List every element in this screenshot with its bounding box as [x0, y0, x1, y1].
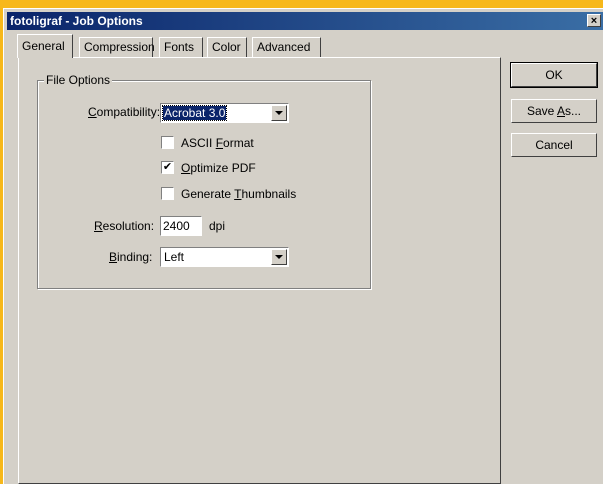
chevron-down-icon[interactable]	[271, 249, 287, 265]
tab-compression[interactable]: Compression	[79, 37, 155, 57]
compatibility-value: Acrobat 3.0	[161, 105, 228, 121]
tab-fonts[interactable]: Fonts	[159, 37, 203, 57]
compatibility-label: Compatibility:	[88, 105, 161, 119]
window-title: fotoligraf - Job Options	[10, 14, 143, 28]
check-icon: ✔	[162, 161, 173, 173]
optimize-pdf-checkbox[interactable]: ✔	[161, 161, 174, 174]
cancel-button[interactable]: Cancel	[511, 133, 597, 157]
tab-color[interactable]: Color	[207, 37, 247, 57]
close-icon[interactable]: ×	[587, 14, 601, 27]
compatibility-select[interactable]: Acrobat 3.0	[160, 103, 289, 123]
ascii-format-label: ASCII Format	[181, 136, 254, 150]
resolution-input[interactable]: 2400	[160, 216, 202, 236]
tab-general[interactable]: General	[17, 34, 73, 58]
generate-thumbnails-checkbox[interactable]	[161, 187, 174, 200]
binding-value: Left	[164, 250, 185, 264]
title-bar[interactable]: fotoligraf - Job Options ×	[7, 12, 603, 30]
ascii-format-checkbox[interactable]	[161, 136, 174, 149]
binding-label: Binding:	[109, 250, 153, 264]
tab-advanced[interactable]: Advanced	[252, 37, 321, 57]
save-as-button[interactable]: Save As...	[511, 99, 597, 123]
generate-thumbnails-label: Generate Thumbnails	[181, 187, 297, 201]
ok-button[interactable]: OK	[510, 62, 598, 88]
chevron-down-icon[interactable]	[271, 105, 287, 121]
resolution-label: Resolution:	[94, 219, 155, 233]
file-options-label: File Options	[44, 73, 113, 87]
resolution-unit: dpi	[209, 219, 226, 233]
binding-select[interactable]: Left	[160, 247, 289, 267]
optimize-pdf-label: Optimize PDF	[181, 161, 256, 175]
